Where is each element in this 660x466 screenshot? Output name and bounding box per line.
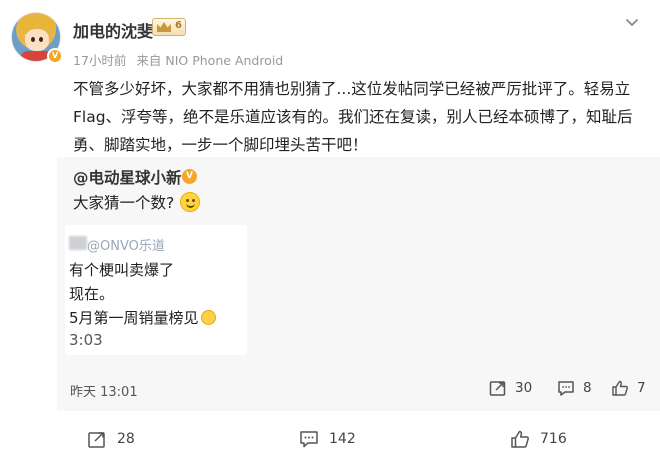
avatar-eye	[39, 37, 43, 42]
avatar-eye	[31, 37, 35, 42]
repost-text-content: 大家猜一个数?	[73, 194, 175, 212]
repost-count: 28	[117, 431, 135, 447]
like-button[interactable]: 716	[510, 426, 567, 452]
thumbs-up-icon	[612, 380, 628, 396]
action-bar: 28 142 716	[0, 420, 660, 460]
user-name[interactable]: 加电的沈斐	[73, 18, 153, 42]
thumbs-up-icon	[511, 430, 529, 448]
repost-icon	[489, 381, 506, 396]
repost-comment-button[interactable]: 8	[557, 376, 592, 400]
smile-emoji-icon	[180, 192, 201, 212]
image-text-line: 现在。	[69, 285, 115, 303]
comment-button[interactable]: 142	[299, 426, 356, 452]
comment-icon	[558, 381, 574, 396]
vip-level: 6	[175, 20, 182, 31]
comment-icon	[300, 431, 318, 448]
image-text-line: 5月第一周销量榜见	[69, 307, 216, 328]
post-header: V 加电的沈斐 6 17小时前 来自 NIO Phone Android	[0, 0, 660, 68]
verified-badge-icon: V	[47, 48, 63, 64]
avatar-face	[25, 29, 49, 51]
post-body: 不管多少好坏，大家都不用猜也别猜了...这位发帖同学已经被严厉批评了。轻易立Fl…	[73, 80, 633, 154]
post-source: 来自 NIO Phone Android	[136, 53, 284, 68]
chevron-down-icon[interactable]	[622, 12, 642, 32]
repost-comment-count: 8	[583, 380, 592, 396]
comment-count: 142	[329, 431, 356, 447]
verified-badge-icon: V	[182, 169, 197, 184]
crown-icon	[157, 22, 171, 32]
image-handle: @ONVO乐道	[87, 239, 165, 254]
repost-like-count: 7	[637, 380, 646, 396]
image-text-line: 3:03	[69, 331, 103, 349]
repost-author[interactable]: @电动星球小新	[73, 166, 182, 188]
repost-repost-count: 30	[515, 380, 533, 396]
repost-text: 大家猜一个数?	[73, 191, 201, 213]
image-text-line: 有个梗叫卖爆了	[69, 261, 175, 279]
blurred-avatar-icon	[69, 236, 87, 250]
repost-image[interactable]: @ONVO乐道 有个梗叫卖爆了 现在。 5月第一周销量榜见 3:03	[65, 225, 247, 355]
repost-repost-button[interactable]: 30	[489, 376, 532, 400]
repost-box[interactable]: @电动星球小新 V 大家猜一个数? @ONVO乐道 有个梗叫卖爆了 现在。 5月…	[57, 157, 660, 411]
vip-crown-icon[interactable]: 6	[152, 18, 186, 36]
repost-footer: 昨天 13:01 30 8 7	[57, 373, 660, 403]
repost-like-button[interactable]: 7	[611, 376, 646, 400]
repost-time: 昨天 13:01	[70, 385, 138, 400]
repost-button[interactable]: 28	[87, 426, 135, 452]
repost-icon	[88, 432, 105, 448]
post-meta: 17小时前 来自 NIO Phone Android	[73, 50, 289, 69]
emoji-icon	[200, 310, 216, 325]
post-time: 17小时前	[73, 53, 127, 68]
image-text-line-content: 5月第一周销量榜见	[69, 309, 199, 327]
like-count: 716	[540, 431, 567, 447]
